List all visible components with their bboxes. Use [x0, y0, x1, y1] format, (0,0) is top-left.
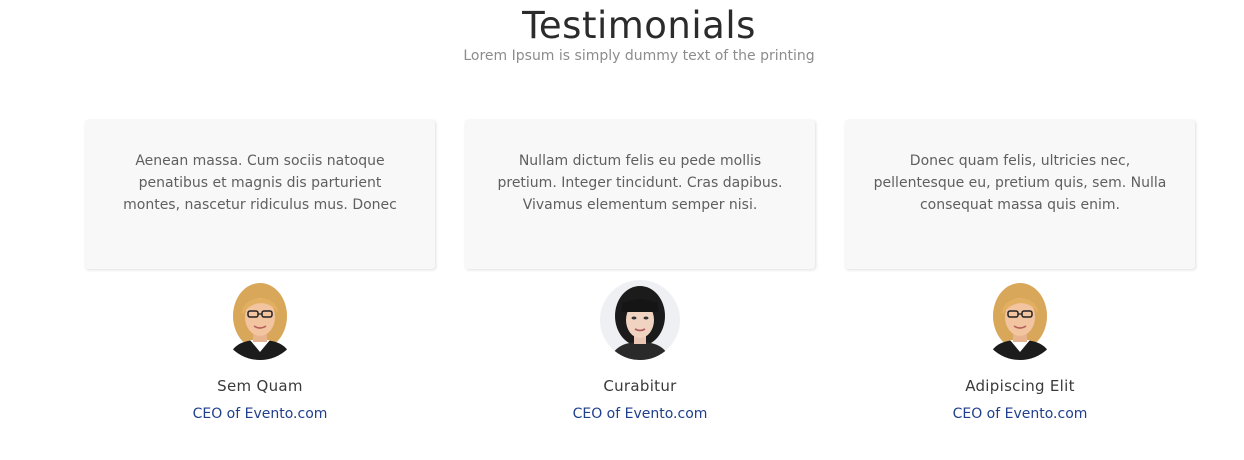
- quote-text: Donec quam felis, ultricies nec, pellent…: [873, 153, 1167, 213]
- person-name: Adipiscing Elit: [965, 377, 1075, 395]
- person-role-link[interactable]: CEO of Evento.com: [845, 406, 1195, 422]
- section-subtitle: Lorem Ipsum is simply dummy text of the …: [463, 48, 815, 64]
- quote-box: Nullam dictum felis eu pede mollis preti…: [465, 120, 815, 269]
- testimonial-card: Donec quam felis, ultricies nec, pellent…: [845, 120, 1195, 422]
- quote-box: Donec quam felis, ultricies nec, pellent…: [845, 120, 1195, 269]
- quote-box: Aenean massa. Cum sociis natoque penatib…: [85, 120, 435, 269]
- person-role-link[interactable]: CEO of Evento.com: [85, 406, 435, 422]
- testimonial-card: Nullam dictum felis eu pede mollis preti…: [465, 120, 815, 422]
- person-name: Sem Quam: [217, 377, 303, 395]
- section-title: Testimonials: [522, 4, 756, 47]
- avatar: [980, 280, 1060, 360]
- testimonial-card: Aenean massa. Cum sociis natoque penatib…: [85, 120, 435, 422]
- avatar: [220, 280, 300, 360]
- person-role-link[interactable]: CEO of Evento.com: [465, 406, 815, 422]
- quote-text: Aenean massa. Cum sociis natoque penatib…: [123, 153, 397, 213]
- avatar: [600, 280, 680, 360]
- quote-text: Nullam dictum felis eu pede mollis preti…: [497, 153, 783, 213]
- person-name: Curabitur: [603, 377, 677, 395]
